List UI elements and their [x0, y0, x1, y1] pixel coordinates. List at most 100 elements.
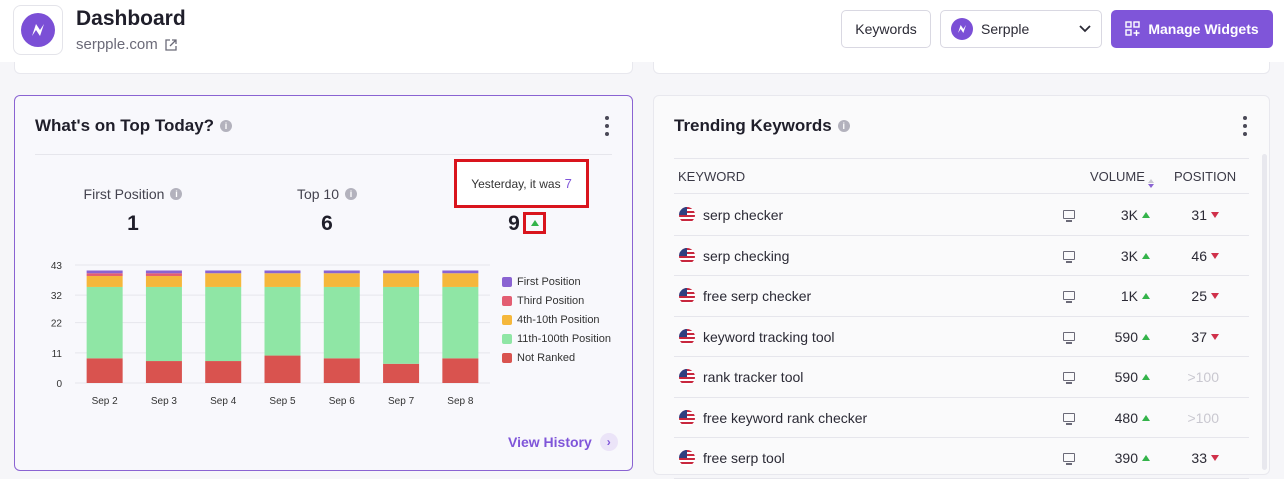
bar-segment[interactable]: [205, 270, 242, 274]
info-icon[interactable]: i: [170, 188, 183, 200]
trend-up-indicator[interactable]: [523, 212, 546, 234]
position-cell: 46: [1171, 248, 1219, 264]
bar-segment[interactable]: [383, 273, 420, 287]
table-row[interactable]: keyword tracking tool 590 37: [674, 317, 1249, 357]
bar-segment[interactable]: [264, 270, 301, 274]
volume-cell: 480: [1094, 410, 1150, 426]
bar-segment[interactable]: [383, 270, 420, 274]
keyword-text[interactable]: free serp tool: [703, 450, 785, 466]
info-icon[interactable]: i: [345, 188, 358, 200]
bar-segment[interactable]: [264, 355, 301, 383]
legend-item[interactable]: Third Position: [502, 291, 611, 310]
column-volume[interactable]: VOLUME: [1090, 169, 1154, 188]
bar-segment[interactable]: [205, 273, 242, 287]
bar-segment[interactable]: [145, 273, 182, 276]
stat-label-text: Top 10: [296, 186, 340, 202]
bar-segment[interactable]: [264, 286, 301, 356]
keyword-text[interactable]: free serp checker: [703, 288, 811, 304]
bar-segment[interactable]: [86, 275, 123, 287]
volume-cell: 1K: [1094, 288, 1150, 304]
keyword-rows: serp checker 3K 31 serp checking 3K 46 free se…: [674, 195, 1249, 479]
info-icon[interactable]: i: [220, 120, 233, 132]
more-options-icon[interactable]: [604, 116, 610, 136]
bar-segment[interactable]: [442, 286, 479, 359]
serpple-logo-icon: [21, 13, 55, 47]
desktop-icon: [1063, 412, 1075, 425]
bar-segment[interactable]: [442, 358, 479, 383]
bar-segment[interactable]: [264, 273, 301, 287]
table-row[interactable]: free keyword rank checker 480 >100: [674, 398, 1249, 438]
position-value: 33: [1191, 450, 1207, 466]
bar-segment[interactable]: [145, 275, 182, 287]
bar-segment[interactable]: [145, 361, 182, 383]
table-row[interactable]: free serp checker 1K 25: [674, 276, 1249, 317]
x-tick-label: Sep 6: [329, 396, 356, 407]
bar-segment[interactable]: [145, 286, 182, 362]
more-options-icon[interactable]: [1242, 116, 1248, 136]
scrollbar[interactable]: [1262, 154, 1267, 470]
project-select-value: Serpple: [981, 21, 1030, 37]
table-row[interactable]: rank tracker tool 590 >100: [674, 357, 1249, 398]
bar-segment[interactable]: [86, 358, 123, 383]
table-row[interactable]: free serp tool 390 33: [674, 438, 1249, 479]
project-domain: serpple.com: [76, 36, 177, 53]
bar-segment[interactable]: [86, 270, 123, 274]
volume-cell: 3K: [1094, 207, 1150, 223]
bar-segment[interactable]: [205, 361, 242, 383]
position-cell: 33: [1171, 450, 1219, 466]
trend-down-icon: [1211, 212, 1219, 218]
info-icon[interactable]: i: [837, 120, 850, 132]
bar-segment[interactable]: [323, 273, 360, 287]
keyword-text[interactable]: rank tracker tool: [703, 369, 803, 385]
keyword-text[interactable]: keyword tracking tool: [703, 329, 835, 345]
volume-value: 590: [1114, 328, 1138, 345]
column-position[interactable]: POSITION: [1174, 169, 1236, 184]
desktop-icon: [1063, 210, 1075, 222]
bar-segment[interactable]: [86, 286, 123, 359]
chart-legend: First Position Third Position 4th-10th Pos…: [502, 272, 611, 367]
x-tick-label: Sep 8: [447, 396, 474, 407]
us-flag-icon: [679, 247, 695, 264]
project-select[interactable]: Serpple: [940, 10, 1102, 48]
keyword-text[interactable]: free keyword rank checker: [703, 410, 867, 426]
table-row[interactable]: serp checking 3K 46: [674, 236, 1249, 276]
trend-up-icon: [530, 220, 539, 226]
trend-up-icon: [1142, 455, 1150, 461]
y-tick-label: 0: [56, 379, 62, 390]
table-row[interactable]: serp checker 3K 31: [674, 195, 1249, 236]
table-header: KEYWORD VOLUME POSITION: [674, 158, 1249, 194]
legend-swatch: [502, 295, 512, 306]
trend-up-icon: [1142, 293, 1150, 299]
column-keyword[interactable]: KEYWORD: [678, 169, 745, 184]
legend-item[interactable]: First Position: [502, 272, 611, 291]
keyword-text[interactable]: serp checking: [703, 248, 789, 264]
project-logo[interactable]: [13, 5, 63, 55]
view-history-link[interactable]: View History ›: [508, 433, 618, 451]
bar-segment[interactable]: [86, 273, 123, 276]
legend-item[interactable]: 4th-10th Position: [502, 310, 611, 329]
volume-value: 480: [1114, 409, 1138, 426]
external-link-icon[interactable]: [165, 38, 177, 51]
legend-label: 4th-10th Position: [517, 313, 600, 326]
column-volume-label: VOLUME: [1090, 169, 1145, 184]
widget-title: Trending Keywords i: [674, 116, 850, 136]
bar-segment[interactable]: [323, 358, 360, 383]
keywords-button[interactable]: Keywords: [841, 10, 931, 48]
legend-item[interactable]: 11th-100th Position: [502, 329, 611, 348]
keyword-text[interactable]: serp checker: [703, 207, 783, 223]
y-tick-label: 22: [51, 319, 63, 330]
bar-segment[interactable]: [442, 270, 479, 274]
x-tick-label: Sep 2: [92, 396, 119, 407]
bar-segment[interactable]: [383, 286, 420, 364]
bar-segment[interactable]: [205, 286, 242, 362]
stat-label: First Position i: [33, 186, 233, 202]
y-tick-label: 32: [51, 291, 63, 302]
bar-segment[interactable]: [442, 273, 479, 287]
top-bar: Dashboard serpple.com Keywords Serpple M…: [0, 0, 1284, 62]
bar-segment[interactable]: [323, 270, 360, 274]
legend-item[interactable]: Not Ranked: [502, 348, 611, 367]
bar-segment[interactable]: [323, 286, 360, 359]
bar-segment[interactable]: [383, 363, 420, 383]
manage-widgets-button[interactable]: Manage Widgets: [1111, 10, 1273, 48]
bar-segment[interactable]: [145, 270, 182, 274]
